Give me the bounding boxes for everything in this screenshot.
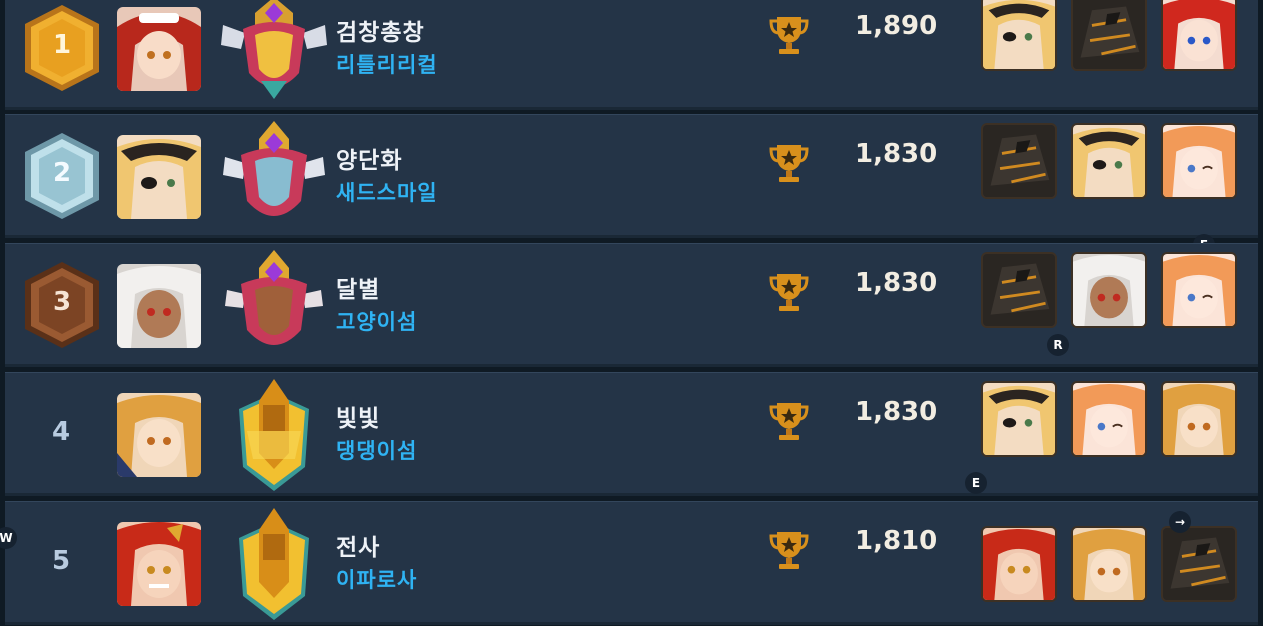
player-avatar[interactable] bbox=[117, 393, 201, 477]
guild-name[interactable]: 새드스마일 bbox=[336, 177, 438, 207]
rank-number: 3 bbox=[52, 287, 72, 317]
trophy-icon bbox=[769, 526, 809, 572]
league-emblem-icon bbox=[215, 375, 333, 493]
ranking-row-1[interactable]: 1 검창총창 리틀리리컬 1,890 bbox=[5, 0, 1258, 110]
red-haired-hero[interactable] bbox=[1161, 0, 1237, 71]
guild-name[interactable]: 이파로사 bbox=[336, 564, 417, 594]
rank-number: 4 bbox=[51, 417, 71, 447]
rank-number: 2 bbox=[52, 158, 72, 188]
hotkey-arrow-hint: → bbox=[1169, 511, 1191, 533]
rank-number: 5 bbox=[51, 546, 71, 576]
guild-name[interactable]: 댕댕이섬 bbox=[336, 435, 417, 465]
ranking-row-4[interactable]: 4 빛빛 댕댕이섬 1,830 E bbox=[5, 372, 1258, 496]
trophy-icon bbox=[769, 397, 809, 443]
trophy-score: 1,830 bbox=[855, 268, 938, 298]
player-avatar[interactable] bbox=[117, 135, 201, 219]
player-avatar[interactable] bbox=[117, 522, 201, 606]
orange-haired-wink-hero[interactable] bbox=[1071, 381, 1147, 457]
trophy-score: 1,830 bbox=[855, 397, 938, 427]
golden-haired-hero[interactable] bbox=[1161, 381, 1237, 457]
league-emblem-icon bbox=[215, 117, 333, 235]
player-name: 검창총창 bbox=[336, 20, 425, 46]
ranking-row-3[interactable]: 3 달별 고양이섬 1,830 R bbox=[5, 243, 1258, 367]
hotkey-e-hint: E bbox=[965, 472, 987, 494]
guild-name[interactable]: 리틀리리컬 bbox=[336, 49, 438, 79]
rank-number: 1 bbox=[52, 30, 72, 60]
player-name: 양단화 bbox=[336, 148, 403, 174]
trophy-icon bbox=[769, 139, 809, 185]
rank-gold-badge: 1 bbox=[19, 0, 105, 97]
hotkey-r-hint: R bbox=[1047, 334, 1069, 356]
player-name: 달별 bbox=[336, 277, 381, 303]
eyepatch-blonde-hero[interactable] bbox=[981, 381, 1057, 457]
ranking-row-2[interactable]: 2 양단화 새드스마일 1,830 bbox=[5, 114, 1258, 256]
trophy-icon bbox=[769, 268, 809, 314]
trophy-score: 1,890 bbox=[855, 11, 938, 41]
trophy-score: 1,830 bbox=[855, 139, 938, 169]
guild-name[interactable]: 고양이섬 bbox=[336, 306, 417, 336]
dark-armor-hero[interactable] bbox=[981, 252, 1057, 328]
trophy-score: 1,810 bbox=[855, 526, 938, 556]
trophy-icon bbox=[769, 11, 809, 57]
player-name: 빛빛 bbox=[336, 406, 381, 432]
league-emblem-icon bbox=[215, 246, 333, 364]
rank-silver-badge: 2 bbox=[19, 127, 105, 225]
eyepatch-blonde-hero[interactable] bbox=[981, 0, 1057, 71]
orange-haired-wink-hero[interactable] bbox=[1161, 252, 1237, 328]
orange-haired-wink-hero[interactable] bbox=[1161, 123, 1237, 199]
player-name: 전사 bbox=[336, 535, 381, 561]
eyepatch-blonde-hero[interactable] bbox=[1071, 123, 1147, 199]
white-haired-hero[interactable] bbox=[1071, 252, 1147, 328]
dark-armor-hero[interactable] bbox=[981, 123, 1057, 199]
dark-armor-hero[interactable] bbox=[1071, 0, 1147, 71]
league-emblem-icon bbox=[215, 504, 333, 622]
player-avatar[interactable] bbox=[117, 264, 201, 348]
rank-bronze-badge: 3 bbox=[19, 256, 105, 354]
player-avatar[interactable] bbox=[117, 7, 201, 91]
league-emblem-icon bbox=[215, 0, 333, 107]
ranking-row-5[interactable]: 5 전사 이파로사 1,810 → bbox=[5, 501, 1258, 625]
